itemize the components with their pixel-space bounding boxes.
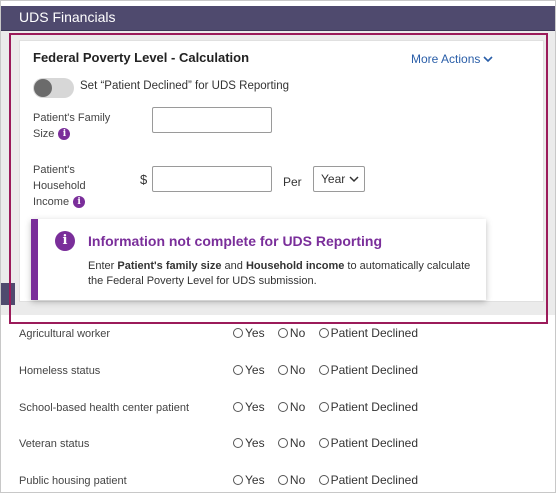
radio-label: No	[289, 400, 306, 414]
uds-incomplete-notice: i Information not complete for UDS Repor…	[31, 219, 486, 300]
radio-label: Yes	[245, 473, 265, 487]
radio-label: Yes	[245, 363, 265, 377]
radio-no[interactable]: No	[277, 436, 306, 450]
radio-label: No	[289, 473, 306, 487]
radio-circle	[318, 365, 329, 375]
row-label: Public housing patient	[19, 475, 127, 487]
chevron-down-icon	[349, 167, 359, 201]
radio-patient-declined[interactable]: Patient Declined	[318, 436, 418, 450]
radio-circle	[233, 402, 243, 412]
radio-label: No	[289, 363, 306, 377]
radio-label: Yes	[245, 436, 265, 450]
uds-row-public-housing: Public housing patient Yes No Patient De…	[0, 465, 556, 501]
radio-yes[interactable]: Yes	[233, 400, 265, 414]
radio-group: Yes No Patient Declined	[233, 363, 428, 377]
family-size-label: Patient's Family Size i	[33, 110, 110, 142]
radio-circle	[277, 475, 288, 485]
calculation-title: Federal Poverty Level - Calculation	[33, 50, 250, 65]
info-icon: i	[55, 231, 75, 251]
section-title: UDS Financials	[19, 9, 116, 25]
notice-bold-family-size: Patient's family size	[117, 260, 222, 272]
family-size-label-line1: Patient's Family	[33, 112, 111, 124]
radio-circle	[233, 365, 243, 375]
income-period-select[interactable]: Year	[313, 166, 365, 192]
family-size-label-line2: Size	[33, 128, 55, 140]
toggle-knob	[34, 79, 52, 97]
radio-label: No	[289, 326, 306, 340]
radio-circle	[233, 328, 243, 338]
notice-text: and	[221, 260, 246, 272]
radio-circle	[318, 438, 329, 448]
radio-patient-declined[interactable]: Patient Declined	[318, 400, 418, 414]
row-label: Agricultural worker	[19, 328, 111, 340]
radio-yes[interactable]: Yes	[233, 363, 265, 377]
radio-no[interactable]: No	[277, 400, 306, 414]
radio-circle	[277, 402, 288, 412]
notice-body: Enter Patient's family size and Househol…	[88, 259, 478, 289]
family-size-input[interactable]	[152, 107, 272, 133]
uds-row-veteran-status: Veteran status Yes No Patient Declined	[0, 428, 556, 464]
info-icon[interactable]: i	[73, 196, 86, 209]
row-label: Veteran status	[19, 438, 90, 450]
radio-circle	[277, 365, 288, 375]
notice-title: Information not complete for UDS Reporti…	[88, 233, 382, 249]
radio-group: Yes No Patient Declined	[233, 473, 428, 487]
per-label: Per	[283, 175, 302, 189]
radio-yes[interactable]: Yes	[233, 436, 265, 450]
radio-circle	[277, 328, 288, 338]
radio-label: Patient Declined	[330, 473, 418, 487]
radio-group: Yes No Patient Declined	[233, 400, 428, 414]
radio-group: Yes No Patient Declined	[233, 326, 428, 340]
more-actions-button[interactable]: More Actions	[411, 52, 493, 66]
household-income-label-line1: Patient's	[33, 164, 75, 176]
radio-no[interactable]: No	[277, 473, 306, 487]
radio-label: No	[289, 436, 306, 450]
household-income-input[interactable]	[152, 166, 272, 192]
radio-label: Patient Declined	[330, 363, 418, 377]
info-icon[interactable]: i	[58, 128, 71, 141]
row-label: Homeless status	[19, 365, 101, 377]
radio-label: Yes	[245, 400, 265, 414]
radio-label: Yes	[245, 326, 265, 340]
radio-label: Patient Declined	[330, 436, 418, 450]
income-period-value: Year	[321, 172, 346, 186]
household-income-label-line2: Household	[33, 180, 86, 192]
more-actions-label: More Actions	[411, 52, 481, 66]
radio-group: Yes No Patient Declined	[233, 436, 428, 450]
uds-row-agricultural-worker: Agricultural worker Yes No Patient Decli…	[0, 318, 556, 354]
radio-no[interactable]: No	[277, 326, 306, 340]
radio-circle	[318, 475, 329, 485]
notice-bold-household-income: Household income	[245, 260, 345, 272]
notice-text: Enter	[88, 260, 118, 272]
radio-circle	[233, 475, 243, 485]
currency-symbol: $	[140, 172, 148, 187]
household-income-label-line3: Income	[33, 196, 70, 208]
chevron-down-icon	[483, 52, 493, 66]
radio-label: Patient Declined	[330, 400, 418, 414]
radio-patient-declined[interactable]: Patient Declined	[318, 473, 418, 487]
radio-patient-declined[interactable]: Patient Declined	[318, 363, 418, 377]
radio-yes[interactable]: Yes	[233, 326, 265, 340]
section-header: UDS Financials	[1, 6, 555, 31]
radio-yes[interactable]: Yes	[233, 473, 265, 487]
household-income-label: Patient's Household Income i	[33, 162, 86, 210]
radio-circle	[277, 438, 288, 448]
patient-declined-toggle[interactable]	[33, 78, 74, 98]
patient-declined-toggle-label: Set “Patient Declined” for UDS Reporting	[80, 80, 290, 92]
radio-circle	[233, 438, 243, 448]
radio-no[interactable]: No	[277, 363, 306, 377]
radio-circle	[318, 328, 329, 338]
radio-label: Patient Declined	[330, 326, 418, 340]
collapsed-section-tab	[1, 283, 15, 305]
radio-circle	[318, 402, 329, 412]
uds-row-homeless-status: Homeless status Yes No Patient Declined	[0, 355, 556, 391]
row-label: School-based health center patient	[19, 402, 190, 414]
uds-row-school-based-health-center: School-based health center patient Yes N…	[0, 392, 556, 428]
radio-patient-declined[interactable]: Patient Declined	[318, 326, 418, 340]
